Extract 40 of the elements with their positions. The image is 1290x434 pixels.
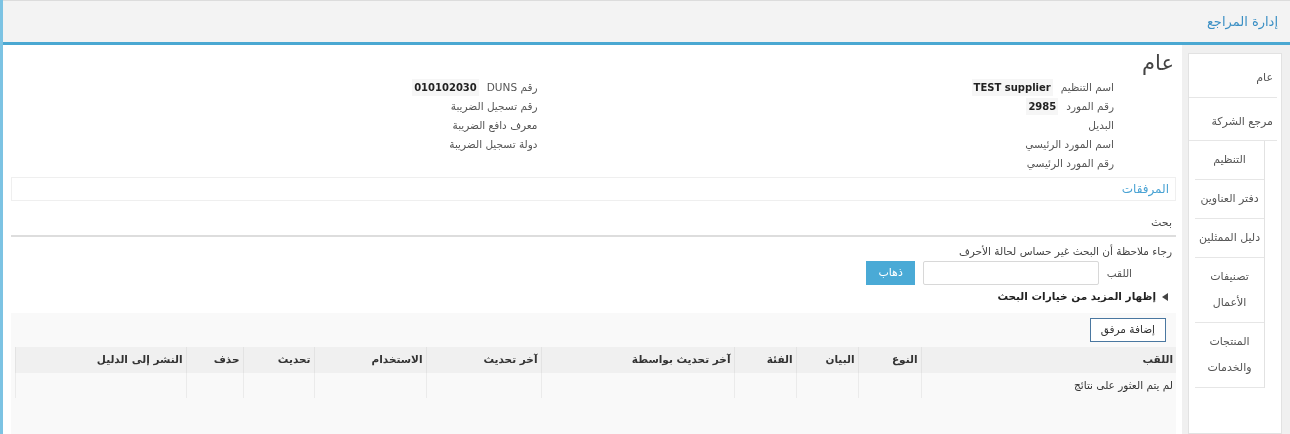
empty-message: لم يتم العثور على نتائج [921, 372, 1176, 399]
section-heading: عام [1141, 51, 1174, 77]
column-header: حذف [186, 346, 243, 373]
sidebar-subitem[interactable]: دفتر العناوين [1195, 180, 1264, 219]
field-label: البديل [1088, 117, 1114, 133]
column-header: اللقب [921, 346, 1176, 373]
column-header: النشر إلى الدليل [15, 346, 186, 373]
sidebar-item[interactable]: عام [1189, 54, 1277, 98]
field-label: رقم DUNS [486, 79, 538, 96]
field-label: اسم المورد الرئيسي [1025, 136, 1114, 153]
page-title: إدارة المراجع [1206, 12, 1278, 32]
field-label: رقم تسجيل الضريبة [450, 98, 538, 115]
sidebar-subitem[interactable]: دليل الممثلين [1195, 219, 1264, 258]
title-input-field[interactable] [922, 261, 1099, 286]
more-options-link[interactable]: إظهار المزيد من خيارات البحث [997, 289, 1156, 306]
field-label: رقم المورد الرئيسي [1026, 155, 1114, 172]
search-header: بحث [11, 201, 1176, 237]
search-note: رجاء ملاحظة أن البحث غير حساس لحالة الأحرف [957, 243, 1173, 260]
sidebar-item[interactable]: مرجع الشركة [1189, 97, 1277, 141]
field-value: TEST supplier [971, 79, 1053, 97]
field-label: معرف دافع الضريبة [452, 117, 538, 134]
field-value: 2985 [1026, 98, 1059, 116]
sidebar-subitem[interactable]: المنتجات والخدمات [1195, 323, 1264, 388]
column-header: الفئة [734, 346, 796, 373]
column-header: آخر تحديث بواسطة [541, 346, 734, 373]
add-attachment-button[interactable]: إضافة مرفق [1089, 318, 1166, 342]
sidebar-subitem[interactable]: التنظيم [1195, 141, 1264, 180]
column-header: النوع [858, 346, 921, 373]
triangle-icon [1162, 293, 1168, 302]
field-label: اسم التنظيم [1060, 79, 1114, 96]
field-label: دولة تسجيل الضريبة [449, 136, 538, 153]
field-value: 010102030 [412, 79, 479, 97]
column-header: البيان [796, 346, 858, 373]
field-label: رقم المورد [1066, 98, 1114, 115]
attachments-header: المرفقات [11, 177, 1176, 202]
column-header: الاستخدام [314, 346, 426, 373]
sidebar-subitem[interactable]: تصنيفات الأعمال [1195, 258, 1264, 323]
column-header: آخر تحديث [426, 346, 541, 373]
column-header: تحديث [243, 346, 314, 373]
field-label: اللقب [1106, 265, 1132, 281]
